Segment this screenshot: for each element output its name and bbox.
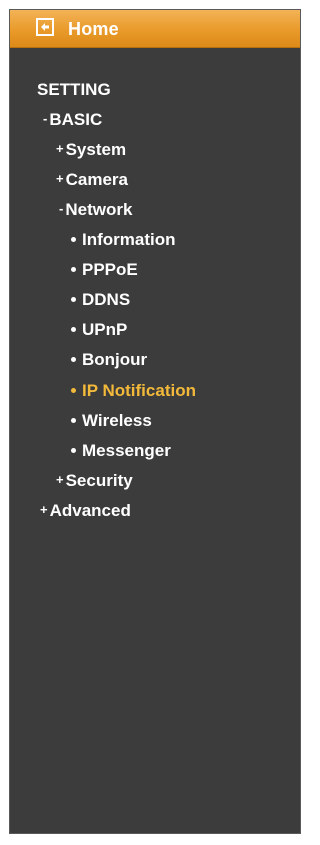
bullet-icon — [71, 267, 76, 272]
bullet-icon — [71, 237, 76, 242]
menu-item-information-label: Information — [82, 230, 176, 249]
collapse-marker: - — [43, 111, 48, 126]
home-button[interactable]: Home — [10, 10, 300, 48]
bullet-icon — [71, 357, 76, 362]
menu-item-pppoe-label: PPPoE — [82, 260, 138, 279]
settings-sidebar: Home SETTING - BASIC + System + Camera - Net… — [9, 9, 301, 834]
setting-heading: SETTING — [37, 80, 111, 100]
home-label: Home — [68, 19, 119, 39]
menu-item-network[interactable]: - Network — [59, 200, 132, 221]
menu-item-bonjour[interactable]: Bonjour — [71, 350, 147, 370]
menu-item-messenger[interactable]: Messenger — [71, 441, 171, 461]
expand-marker: + — [56, 472, 64, 487]
menu-item-messenger-label: Messenger — [82, 441, 171, 460]
bullet-icon — [71, 418, 76, 423]
setting-heading-label: SETTING — [37, 80, 111, 99]
menu-item-ip-notification[interactable]: IP Notification — [71, 381, 196, 401]
menu-item-basic[interactable]: - BASIC — [43, 110, 102, 131]
expand-marker: + — [56, 171, 64, 186]
menu-item-camera[interactable]: + Camera — [56, 170, 128, 191]
menu-item-network-label: Network — [65, 200, 133, 219]
back-arrow-icon — [36, 18, 54, 36]
menu-item-basic-label: BASIC — [49, 110, 103, 129]
bullet-icon — [71, 327, 76, 332]
menu-item-wireless[interactable]: Wireless — [71, 411, 152, 431]
menu-item-bonjour-label: Bonjour — [82, 350, 148, 369]
menu-item-pppoe[interactable]: PPPoE — [71, 260, 138, 280]
bullet-icon — [71, 388, 76, 393]
expand-marker: + — [40, 502, 48, 517]
collapse-marker: - — [59, 201, 64, 216]
menu-item-wireless-label: Wireless — [82, 411, 152, 430]
menu-item-system-label: System — [65, 140, 127, 159]
menu-item-ddns-label: DDNS — [82, 290, 131, 309]
bullet-icon — [71, 297, 76, 302]
menu-item-camera-label: Camera — [65, 170, 128, 189]
menu-item-information[interactable]: Information — [71, 230, 176, 250]
menu-item-upnp[interactable]: UPnP — [71, 320, 127, 340]
menu-item-system[interactable]: + System — [56, 140, 126, 161]
menu-item-security-label: Security — [65, 471, 133, 490]
bullet-icon — [71, 448, 76, 453]
expand-marker: + — [56, 141, 64, 156]
menu-item-ddns[interactable]: DDNS — [71, 290, 130, 310]
menu-item-security[interactable]: + Security — [56, 471, 133, 492]
menu-item-advanced[interactable]: + Advanced — [40, 501, 131, 522]
menu-item-advanced-label: Advanced — [49, 501, 131, 520]
menu-item-upnp-label: UPnP — [82, 320, 128, 339]
menu-item-ip-notification-label: IP Notification — [82, 381, 196, 400]
